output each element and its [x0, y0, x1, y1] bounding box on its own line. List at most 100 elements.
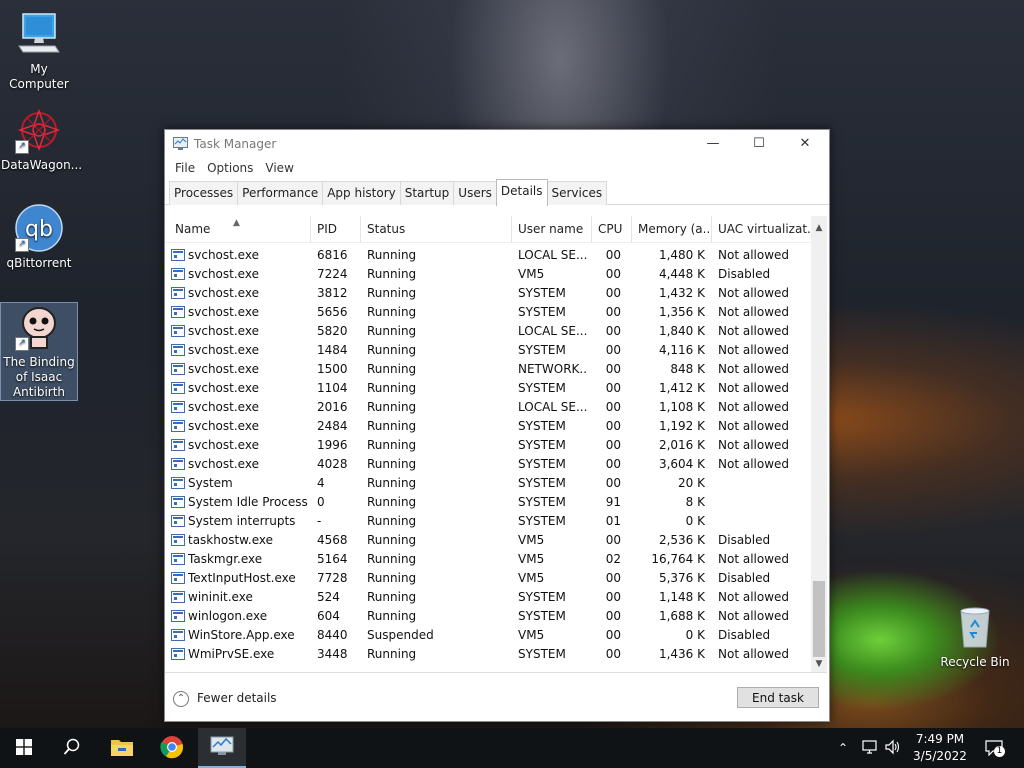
scroll-down-icon[interactable]: ▼	[811, 656, 827, 672]
clock[interactable]: 7:49 PM 3/5/2022	[900, 731, 980, 765]
column-header-user-name[interactable]: User name	[512, 216, 592, 242]
cell-name: Taskmgr.exe	[188, 552, 263, 566]
table-row[interactable]: System Idle Process 0 Running SYSTEM 91 8 K	[165, 493, 811, 512]
scroll-up-icon[interactable]: ▲	[811, 220, 827, 236]
network-button[interactable]	[862, 728, 880, 768]
cell-cpu: 00	[605, 419, 621, 433]
table-row[interactable]: System 4 Running SYSTEM 00 20 K	[165, 474, 811, 493]
column-header-uac[interactable]: UAC virtualizat...	[712, 216, 811, 242]
table-row[interactable]: Taskmgr.exe 5164 Running VM5 02 16,764 K Not a…	[165, 550, 811, 569]
vertical-scrollbar[interactable]: ▲ ▼	[811, 216, 827, 672]
cell-pid: 3812	[317, 286, 348, 300]
column-header-cpu[interactable]: CPU	[592, 216, 632, 242]
table-row[interactable]: WmiPrvSE.exe 3448 Running SYSTEM 00 1,436 K No…	[165, 645, 811, 664]
desktop-icon-recycle-bin[interactable]: Recycle Bin	[937, 603, 1013, 670]
tab-processes[interactable]: Processes	[169, 181, 239, 205]
column-header-status[interactable]: Status	[361, 216, 512, 242]
process-icon	[171, 249, 185, 261]
desktop-icon-my-computer[interactable]: My Computer	[1, 10, 77, 92]
scrollbar-thumb[interactable]	[813, 581, 825, 657]
maximize-button[interactable]: ☐	[736, 130, 782, 158]
datawagon-icon: ↗	[15, 106, 63, 154]
menu-file[interactable]: File	[169, 158, 201, 180]
table-row[interactable]: svchost.exe 6816 Running LOCAL SE... 00 1,480…	[165, 246, 811, 265]
desktop-icon-qbittorrent[interactable]: qb ↗ qBittorrent	[1, 204, 77, 271]
tab-app-history[interactable]: App history	[322, 181, 401, 205]
minimize-icon: —	[706, 136, 720, 151]
cell-mem: 3,604 K	[658, 457, 705, 471]
title-bar[interactable]: Task Manager — ☐ ✕	[165, 130, 829, 158]
column-header-memory[interactable]: Memory (a...	[632, 216, 712, 242]
table-row[interactable]: svchost.exe 2016 Running LOCAL SE... 00 1,108…	[165, 398, 811, 417]
taskbar-task-manager[interactable]	[198, 728, 246, 768]
menu-view[interactable]: View	[259, 158, 299, 180]
table-row[interactable]: svchost.exe 1484 Running SYSTEM 00 4,116 K Not…	[165, 341, 811, 360]
start-button[interactable]	[0, 728, 48, 768]
column-label: Status	[367, 222, 406, 236]
end-task-button[interactable]: End task	[737, 687, 819, 708]
footer: ⌃ Fewer details End task	[165, 672, 827, 721]
taskbar: ⌃ 7:49 PM 3/5/2022 1	[0, 728, 1024, 768]
table-row[interactable]: svchost.exe 5820 Running LOCAL SE... 00 1,840…	[165, 322, 811, 341]
table-row[interactable]: System interrupts - Running SYSTEM 01 0 K	[165, 512, 811, 531]
column-label: CPU	[598, 222, 623, 236]
process-icon	[171, 515, 185, 527]
notification-count-badge: 1	[994, 746, 1005, 757]
tab-services[interactable]: Services	[546, 181, 608, 205]
taskbar-chrome[interactable]	[148, 728, 196, 768]
cell-status: Running	[367, 438, 417, 452]
show-hidden-icons-button[interactable]: ⌃	[838, 728, 848, 768]
cell-name: taskhostw.exe	[188, 533, 273, 547]
windows-logo-icon	[16, 738, 32, 758]
table-row[interactable]: svchost.exe 1500 Running NETWORK... 00 848 K N…	[165, 360, 811, 379]
tab-details[interactable]: Details	[495, 179, 548, 206]
process-icon	[171, 401, 185, 413]
cell-mem: 8 K	[685, 495, 705, 509]
tab-performance[interactable]: Performance	[237, 181, 324, 205]
cell-name: WinStore.App.exe	[188, 628, 295, 642]
process-icon	[171, 382, 185, 394]
cell-name: svchost.exe	[188, 381, 259, 395]
isaac-icon: ↗	[15, 303, 63, 351]
fewer-details-button[interactable]: ⌃ Fewer details	[173, 688, 277, 708]
table-row[interactable]: taskhostw.exe 4568 Running VM5 00 2,536 K Disa…	[165, 531, 811, 550]
table-row[interactable]: svchost.exe 1996 Running SYSTEM 00 2,016 K Not…	[165, 436, 811, 455]
process-icon	[171, 534, 185, 546]
cell-name: WmiPrvSE.exe	[188, 647, 275, 661]
table-row[interactable]: svchost.exe 1104 Running SYSTEM 00 1,412 K Not…	[165, 379, 811, 398]
cell-status: Running	[367, 476, 417, 490]
table-row[interactable]: wininit.exe 524 Running SYSTEM 00 1,148 K Not …	[165, 588, 811, 607]
taskbar-file-explorer[interactable]	[98, 728, 146, 768]
table-row[interactable]: svchost.exe 5656 Running SYSTEM 00 1,356 K Not…	[165, 303, 811, 322]
table-row[interactable]: svchost.exe 3812 Running SYSTEM 00 1,432 K Not…	[165, 284, 811, 303]
menu-options[interactable]: Options	[201, 158, 259, 180]
column-header-pid[interactable]: PID	[311, 216, 361, 242]
desktop-icon-binding-of-isaac[interactable]: ↗ The Binding of Isaac Antibirth	[0, 302, 78, 401]
action-center-button[interactable]: 1	[982, 728, 1006, 768]
search-button[interactable]	[48, 728, 96, 768]
close-button[interactable]: ✕	[782, 130, 828, 158]
table-row[interactable]: WinStore.App.exe 8440 Suspended VM5 00 0 K Dis…	[165, 626, 811, 645]
tab-startup[interactable]: Startup	[399, 181, 455, 205]
cell-user: SYSTEM	[518, 419, 566, 433]
table-row[interactable]: svchost.exe 2484 Running SYSTEM 00 1,192 K Not…	[165, 417, 811, 436]
table-row[interactable]: svchost.exe 4028 Running SYSTEM 00 3,604 K Not…	[165, 455, 811, 474]
table-row[interactable]: winlogon.exe 604 Running SYSTEM 00 1,688 K Not…	[165, 607, 811, 626]
desktop-icon-label: The Binding of Isaac Antibirth	[3, 355, 75, 399]
cell-pid: 5656	[317, 305, 348, 319]
cell-status: Running	[367, 514, 417, 528]
cell-cpu: 91	[605, 495, 621, 509]
column-header-name[interactable]: Name ▲	[165, 216, 311, 242]
minimize-button[interactable]: —	[690, 130, 736, 158]
cell-name: TextInputHost.exe	[188, 571, 296, 585]
task-manager-icon	[173, 137, 188, 150]
table-row[interactable]: TextInputHost.exe 7728 Running VM5 00 5,376 K…	[165, 569, 811, 588]
tab-users[interactable]: Users	[453, 181, 497, 205]
cell-cpu: 00	[605, 305, 621, 319]
cell-mem: 1,412 K	[658, 381, 705, 395]
desktop-icon-datawagon[interactable]: ↗ DataWagon...	[1, 106, 82, 173]
sort-ascending-icon: ▲	[233, 218, 240, 228]
cell-pid: 3448	[317, 647, 348, 661]
cell-user: LOCAL SE...	[518, 400, 588, 414]
table-row[interactable]: svchost.exe 7224 Running VM5 00 4,448 K Disabl…	[165, 265, 811, 284]
